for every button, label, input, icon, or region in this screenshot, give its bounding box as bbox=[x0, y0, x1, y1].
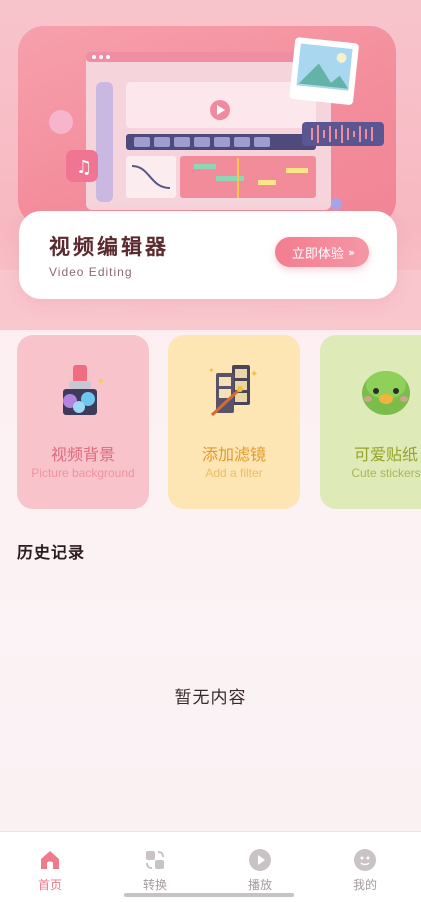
chevrons-right-icon: ››› bbox=[347, 245, 355, 259]
bird-sticker-icon bbox=[362, 371, 410, 415]
tab-me[interactable]: 我的 bbox=[335, 846, 395, 896]
home-indicator bbox=[124, 893, 294, 897]
feature-title: 视频背景 bbox=[50, 445, 115, 464]
tab-label: 首页 bbox=[37, 878, 62, 892]
svg-text:✦: ✦ bbox=[208, 366, 215, 375]
convert-icon bbox=[146, 851, 164, 869]
history-section-title: 历史记录 bbox=[17, 543, 86, 562]
feature-card-add-filter[interactable]: ✦ ✦ 添加滤镜 Add a filter bbox=[168, 335, 300, 509]
app-subtitle: Video Editing bbox=[49, 265, 133, 279]
svg-text:✦: ✦ bbox=[250, 369, 258, 380]
svg-text:♫: ♫ bbox=[76, 157, 92, 178]
feature-title: 添加滤镜 bbox=[201, 445, 266, 464]
tab-home[interactable]: 首页 bbox=[20, 846, 80, 896]
video-editor-banner[interactable]: ♫ bbox=[18, 26, 396, 226]
tab-label: 播放 bbox=[247, 878, 272, 892]
feature-carousel[interactable]: 视频背景 Picture background ✦ ✦ 添加滤镜 Add a f… bbox=[0, 335, 421, 510]
try-now-button[interactable]: 立即体验 ››› bbox=[275, 237, 369, 267]
bottom-tab-bar: 首页 转换 播放 我的 bbox=[0, 831, 421, 902]
feature-subtitle: Add a filter bbox=[205, 466, 263, 480]
feature-title: 可爱贴纸 bbox=[353, 445, 418, 464]
paint-brush-icon bbox=[63, 365, 103, 415]
tab-play[interactable]: 播放 bbox=[230, 846, 290, 896]
feature-card-picture-background[interactable]: 视频背景 Picture background bbox=[17, 335, 149, 509]
tab-convert[interactable]: 转换 bbox=[125, 846, 185, 896]
feature-subtitle: Picture background bbox=[31, 466, 135, 480]
feature-subtitle: Cute stickers bbox=[351, 466, 421, 480]
feature-card-cute-stickers[interactable]: 可爱贴纸 Cute stickers bbox=[320, 335, 421, 509]
play-icon bbox=[249, 849, 271, 871]
tab-label: 我的 bbox=[352, 878, 377, 892]
film-strip-icon: ✦ ✦ bbox=[208, 365, 258, 417]
video-editor-illustration: ♫ bbox=[49, 37, 384, 210]
video-editor-card: 视频编辑器 Video Editing 立即体验 ››› bbox=[19, 211, 397, 299]
tab-label: 转换 bbox=[142, 878, 167, 892]
profile-icon bbox=[354, 849, 376, 871]
empty-state-text: 暂无内容 bbox=[174, 688, 247, 708]
home-icon bbox=[41, 851, 59, 869]
try-now-label: 立即体验 bbox=[291, 246, 344, 262]
app-title: 视频编辑器 bbox=[49, 234, 169, 259]
